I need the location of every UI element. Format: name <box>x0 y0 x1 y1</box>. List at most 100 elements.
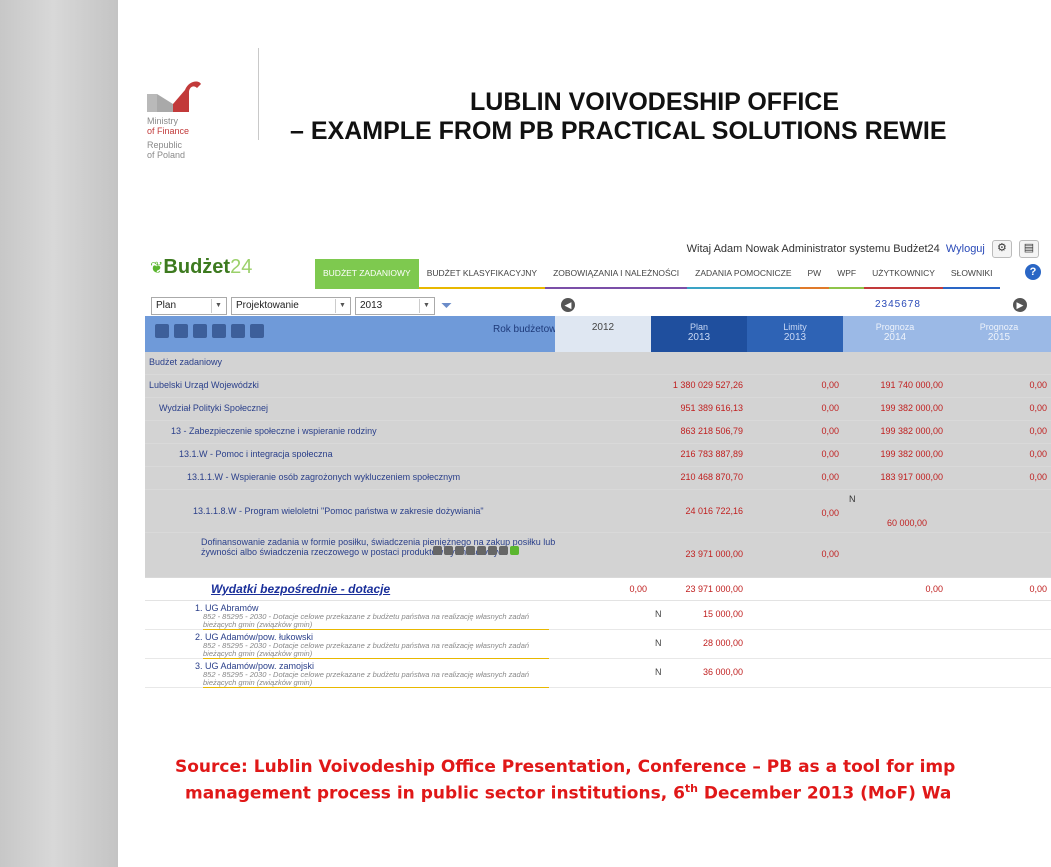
plan-value: 1 380 029 527,26 <box>672 380 743 390</box>
page-numbers[interactable]: 2345678 <box>875 299 921 310</box>
print-icon[interactable] <box>433 546 442 555</box>
chevron-down-icon[interactable] <box>466 546 475 555</box>
source-line-1: Source: Lublin Voivodeship Office Presen… <box>175 757 956 777</box>
brand-name: Budżet <box>163 256 231 278</box>
nav-zadania-pomocnicze[interactable]: ZADANIA POMOCNICZE <box>687 259 800 289</box>
table-header: Rok budżetowy 2012 Plan 2013 Limity 2013 P… <box>145 316 1051 352</box>
list-item[interactable]: 1. UG Abramów 852 - 85295 - 2030 - Dotac… <box>145 601 1051 630</box>
prognoza-2014-year: 2014 <box>883 332 907 343</box>
prognoza-2015-value: 0,00 <box>1029 426 1047 436</box>
nav-zobowiazania[interactable]: ZOBOWIĄZANIA I NALEŻNOŚCI <box>545 259 688 289</box>
leaf-icon: ❦ <box>150 260 164 277</box>
table-row[interactable]: 13.1.1.W - Wspieranie osób zagrożonych w… <box>145 467 1051 490</box>
help-icon[interactable]: ? <box>1025 264 1041 280</box>
budget-tree-table: Budżet zadaniowy Lubelski Urząd Wojewódz… <box>145 352 1051 688</box>
column-prognoza-2014: Prognoza 2014 <box>843 316 947 352</box>
limity-year: 2013 <box>783 332 807 343</box>
ministry-logo-mark-icon <box>147 81 201 112</box>
plan-select[interactable]: Plan ▼ <box>151 297 227 315</box>
limit-value: 0,00 <box>821 403 839 413</box>
item-description: 852 - 85295 - 2030 - Dotacje celowe prze… <box>203 642 549 659</box>
prognoza-2014-value: 0,00 <box>925 584 943 594</box>
welcome-text: Witaj Adam Nowak Administrator systemu B… <box>686 242 940 255</box>
filter-funnel-icon[interactable]: ⏷ <box>441 297 452 315</box>
list-tool-icon[interactable] <box>174 324 188 338</box>
limit-value: 0,00 <box>821 426 839 436</box>
prognoza-2014-value: 183 917 000,00 <box>880 472 943 482</box>
export-icon[interactable] <box>510 546 519 555</box>
row-label: Wydział Polityki Społecznej <box>159 403 268 413</box>
chart-tool-icon[interactable] <box>193 324 207 338</box>
list-tool-icon[interactable] <box>155 324 169 338</box>
minus-icon[interactable] <box>455 546 464 555</box>
budzet24-brand: ❦Budżet24 <box>150 256 252 279</box>
table-row[interactable]: 13.1.W - Pomoc i integracja społeczna 21… <box>145 444 1051 467</box>
year-select[interactable]: 2013 ▼ <box>355 297 435 315</box>
table-row-program[interactable]: 13.1.1.8.W - Program wieloletni "Pomoc p… <box>145 490 1051 533</box>
nav-wpf[interactable]: WPF <box>829 259 865 289</box>
nav-budzet-klasyfikacyjny[interactable]: BUDŻET KLASYFIKACYJNY <box>418 259 546 289</box>
list-item[interactable]: 2. UG Adamów/pow. łukowski 852 - 85295 -… <box>145 630 1051 659</box>
document-tool-icon[interactable] <box>231 324 245 338</box>
prognoza-2015-value: 0,00 <box>1029 403 1047 413</box>
limit-value: 0,00 <box>821 380 839 390</box>
plan-year: 2013 <box>687 332 711 343</box>
logout-link[interactable]: Wyloguj <box>946 243 985 255</box>
row-label: Budżet zadaniowy <box>149 357 223 367</box>
settings-gear-icon[interactable]: ⚙ <box>991 240 1012 258</box>
add-icon[interactable] <box>499 546 508 555</box>
row-label: 13.1.1.W - Wspieranie osób zagrożonych w… <box>187 472 461 482</box>
row-label: 13.1.W - Pomoc i integracja społeczna <box>179 449 333 459</box>
budzet24-app-screenshot: Witaj Adam Nowak Administrator systemu B… <box>145 240 1051 720</box>
y2012-value: 0,00 <box>629 584 647 594</box>
table-row[interactable]: Lubelski Urząd Wojewódzki 1 380 029 527,… <box>145 375 1051 398</box>
prev-page-icon[interactable]: ◀ <box>561 298 575 312</box>
item-flag: N <box>655 638 662 648</box>
year-select-value: 2013 <box>360 300 383 311</box>
slide-title-line-1: LUBLIN VOIVODESHIP OFFICE <box>470 88 840 116</box>
edit-icon[interactable] <box>488 546 497 555</box>
table-row[interactable]: 13 - Zabezpieczenie społeczne i wspieran… <box>145 421 1051 444</box>
item-flag: N <box>655 609 662 619</box>
logo-line-4: of Poland <box>147 150 186 160</box>
row-label: 13 - Zabezpieczenie społeczne i wspieran… <box>171 426 377 436</box>
chevron-down-icon: ▼ <box>211 299 225 313</box>
limit-value: 0,00 <box>821 508 839 518</box>
nav-pw[interactable]: PW <box>799 259 830 289</box>
row-label: 13.1.1.8.W - Program wieloletni "Pomoc p… <box>193 506 484 516</box>
list-item[interactable]: 3. UG Adamów/pow. zamojski 852 - 85295 -… <box>145 659 1051 688</box>
plan-value: 23 971 000,00 <box>685 549 743 559</box>
prognoza-2014-value: 191 740 000,00 <box>880 380 943 390</box>
chevron-up-icon[interactable] <box>477 546 486 555</box>
plan-value: 24 016 722,16 <box>685 506 743 516</box>
table-row[interactable]: Wydział Polityki Społecznej 951 389 616,… <box>145 398 1051 421</box>
wydatki-header-row[interactable]: Wydatki bezpośrednie - dotacje 0,00 23 9… <box>145 578 1051 601</box>
column-2012-year: 2012 <box>591 322 615 333</box>
export-tool-icon[interactable] <box>250 324 264 338</box>
nav-uzytkownicy[interactable]: UŻYTKOWNICY <box>864 259 943 289</box>
column-plan: Plan 2013 <box>651 316 747 352</box>
slide-source-note: Source: Lublin Voivodeship Office Presen… <box>0 757 1051 805</box>
prognoza-2015-label: Prognoza <box>979 322 1019 332</box>
nav-slowniki[interactable]: SŁOWNIKI <box>942 259 1001 289</box>
row-action-toolbar <box>433 546 519 555</box>
brand-number: 24 <box>230 256 253 278</box>
table-row-dofinansowanie[interactable]: Dofinansowanie zadania w formie posiłku,… <box>145 533 1051 578</box>
limity-label: Limity <box>783 322 807 332</box>
prognoza-2015-value: 0,00 <box>1029 584 1047 594</box>
table-row[interactable]: Budżet zadaniowy <box>145 352 1051 375</box>
main-nav: BUDŻET ZADANIOWY BUDŻET KLASYFIKACYJNY Z… <box>315 259 1001 289</box>
column-2012: 2012 <box>555 316 651 352</box>
filter-bar: Plan ▼ Projektowanie budżetu▼ 2013 ▼ ⏷ <box>151 297 452 327</box>
nav-budzet-zadaniowy[interactable]: BUDŻET ZADANIOWY <box>315 259 419 289</box>
mode-select[interactable]: Projektowanie budżetu▼ <box>231 297 351 327</box>
add-tool-icon[interactable] <box>212 324 226 338</box>
copy-icon[interactable] <box>444 546 453 555</box>
next-page-icon[interactable]: ▶ <box>1013 298 1027 312</box>
document-icon[interactable]: ▤ <box>1019 240 1039 258</box>
row-label: Lubelski Urząd Wojewódzki <box>149 380 259 390</box>
logo-divider <box>258 48 259 140</box>
item-value: 15 000,00 <box>702 609 743 619</box>
plan-value: 210 468 870,70 <box>680 472 743 482</box>
wydatki-title: Wydatki bezpośrednie - dotacje <box>211 582 391 596</box>
